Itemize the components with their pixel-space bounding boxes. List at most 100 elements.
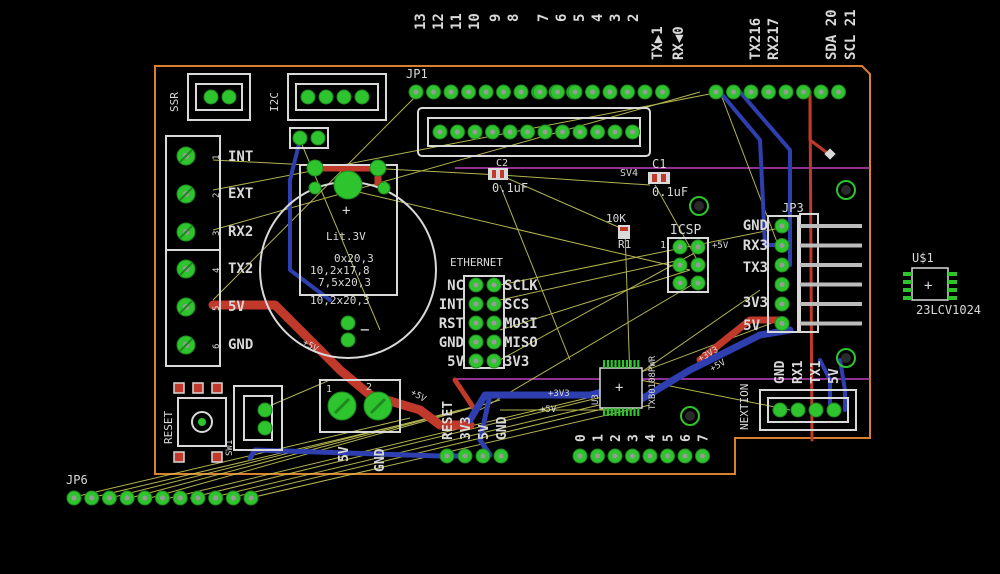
power-label-5v: 5V bbox=[337, 446, 352, 462]
pin-label-12: 12 bbox=[431, 13, 447, 30]
ethernet-left-labels: NC INT RST GND 5V bbox=[439, 278, 465, 370]
capacitor-c1[interactable]: C1 0.1uF SV4 bbox=[620, 157, 688, 199]
pin-label-5: 5 bbox=[572, 14, 588, 22]
net-label-3v3-a: +3V3 bbox=[548, 389, 570, 399]
bottom-number-4: 4 bbox=[644, 434, 659, 442]
nextion-label-tx1: TX1 bbox=[809, 360, 824, 384]
ic-pin-bottom-9 bbox=[633, 408, 636, 416]
bottom-number-0: 0 bbox=[574, 434, 589, 442]
digital-pad-2-hole bbox=[555, 89, 560, 95]
digital-pad-1-hole bbox=[537, 89, 543, 95]
c2-label: C2 bbox=[496, 158, 508, 169]
pcb-layout-view: 13 12 11 10 9 8 7 6 5 4 3 2 TX▶1 RX◀0 TX… bbox=[66, 9, 981, 506]
ssr-connector[interactable]: SSR bbox=[168, 73, 251, 121]
icsp-header[interactable]: ICSP 1 +5V bbox=[660, 223, 729, 293]
ssr-label: SSR bbox=[168, 92, 181, 112]
icsp-pad-left-2-hole bbox=[677, 262, 683, 268]
bottom-left-header[interactable] bbox=[439, 448, 509, 464]
eth-pad-right-2-hole bbox=[491, 301, 497, 307]
power-pin1-mark: 1 bbox=[326, 384, 332, 395]
i2c-jumper[interactable] bbox=[289, 127, 329, 149]
terminal-label-tx2: TX2 bbox=[228, 261, 253, 277]
net-label-5v-d: +5V bbox=[409, 388, 429, 405]
jp6-pad-8-hole bbox=[195, 495, 201, 501]
aux-connector[interactable] bbox=[233, 385, 283, 451]
pin-label-3: 3 bbox=[608, 14, 624, 22]
eth-label-rst: RST bbox=[439, 316, 464, 332]
ribbon-pad-6-hole bbox=[525, 129, 530, 135]
jp3-pad-2-hole bbox=[779, 243, 785, 248]
i2c-connector[interactable]: I2C bbox=[268, 73, 387, 121]
eth-label-miso: MISO bbox=[504, 335, 538, 351]
c1-label: C1 bbox=[652, 157, 666, 171]
jp3-pad-6-hole bbox=[779, 321, 785, 326]
chip-part: 23LCV1024 bbox=[916, 303, 981, 317]
reset-switch[interactable]: RESET SW1 bbox=[162, 382, 235, 463]
jp6-header[interactable] bbox=[66, 490, 259, 506]
battery-dim-4: 10,2x20,3 bbox=[310, 294, 370, 307]
jp1-pad-2-hole bbox=[431, 89, 436, 95]
resistor-r1[interactable]: 10K R1 bbox=[606, 212, 631, 251]
pin-label-rx: RX◀0 bbox=[671, 26, 687, 60]
comm-pad-7-hole bbox=[818, 89, 824, 95]
bottom-number-3: 3 bbox=[627, 434, 642, 442]
comm-header[interactable] bbox=[708, 84, 846, 100]
jp6-pad-10-hole bbox=[230, 495, 236, 501]
jp1-pad-3-hole bbox=[448, 89, 454, 95]
jp3-label-5v: 5V bbox=[743, 318, 760, 334]
battery-holder[interactable]: + − Lit.3V 0x20,3 10,2x17,8 7,5x20,3 10,… bbox=[259, 159, 437, 359]
bottom-label-reset: RESET bbox=[441, 401, 456, 440]
ic-label: U3 bbox=[591, 394, 601, 405]
battery-dim-3: 7,5x20,3 bbox=[318, 276, 371, 289]
terminal-label-ext: EXT bbox=[228, 186, 253, 202]
bottom-right-pad-6-hole bbox=[665, 453, 670, 459]
battery-label: Lit.3V bbox=[326, 230, 366, 243]
ethernet-label: ETHERNET bbox=[450, 256, 503, 269]
battery-minus-mark: − bbox=[360, 320, 370, 339]
digital-pad-6-hole bbox=[625, 89, 630, 95]
eth-pad-right-5-hole bbox=[491, 358, 497, 364]
bottom-left-pad-3-hole bbox=[480, 453, 486, 459]
terminal-num-4: 4 bbox=[212, 268, 222, 273]
r1-label: R1 bbox=[618, 238, 631, 251]
icsp-pad-right-3-hole bbox=[695, 280, 701, 286]
jp3-header[interactable]: JP3 bbox=[767, 201, 862, 333]
comm-pad-3-hole bbox=[748, 89, 754, 95]
icsp-pad-right-2-hole bbox=[695, 262, 701, 268]
eeprom-chip[interactable]: U$1 + 23LCV1024 bbox=[903, 251, 981, 317]
ic-pin-top-7 bbox=[625, 360, 628, 368]
pin-label-6: 6 bbox=[554, 14, 570, 22]
nextion-label-rx1: RX1 bbox=[791, 360, 806, 384]
jp1-label: JP1 bbox=[406, 67, 428, 81]
terminal-num-5: 5 bbox=[212, 306, 222, 311]
bottom-right-header[interactable] bbox=[572, 448, 710, 464]
level-shifter-ic[interactable]: + U3 TXB0108PWR bbox=[591, 355, 658, 416]
bottom-right-pad-4-hole bbox=[630, 453, 635, 459]
pin-label-10: 10 bbox=[467, 13, 483, 30]
ic-center-mark: + bbox=[615, 380, 623, 396]
pin-label-13: 13 bbox=[413, 13, 429, 30]
ic-pin-bottom-2 bbox=[606, 408, 609, 416]
bottom-number-2: 2 bbox=[609, 434, 624, 442]
terminal-label-5v: 5V bbox=[228, 299, 245, 315]
bottom-right-pad-1-hole bbox=[577, 453, 583, 459]
jp6-pad-11-hole bbox=[248, 495, 254, 501]
net-label-5v-a: +5V bbox=[540, 405, 557, 415]
digital-header-right[interactable] bbox=[532, 84, 670, 100]
eth-label-5v: 5V bbox=[447, 354, 464, 370]
terminal-block[interactable] bbox=[165, 135, 221, 367]
ribbon-pad-10-hole bbox=[595, 129, 600, 135]
comm-pad-8-hole bbox=[836, 89, 841, 95]
jp6-pad-2-hole bbox=[89, 495, 95, 501]
chip-ref: U$1 bbox=[912, 251, 934, 265]
jp3-label: JP3 bbox=[782, 201, 804, 215]
eth-pad-left-1-hole bbox=[473, 282, 479, 288]
pin-label-11: 11 bbox=[449, 13, 465, 30]
jp6-pad-5-hole bbox=[142, 495, 148, 501]
nextion-connector[interactable]: NEXTION bbox=[738, 384, 857, 431]
jp1-pad-6-hole bbox=[501, 89, 506, 95]
jp1-pad-4-hole bbox=[466, 89, 471, 95]
ribbon-connector[interactable] bbox=[417, 107, 651, 157]
ic-pin-top-6 bbox=[622, 360, 625, 368]
ic-pin-top-4 bbox=[614, 360, 617, 368]
